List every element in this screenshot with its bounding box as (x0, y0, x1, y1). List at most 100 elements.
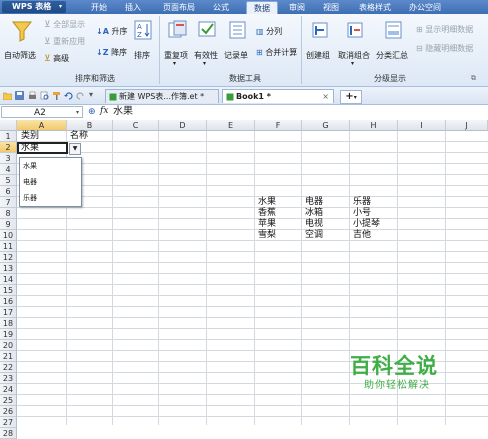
row-header[interactable]: 1 (0, 131, 17, 142)
zoom-icon[interactable]: ⊕ (88, 107, 96, 117)
tab-table-style[interactable]: 表格样式 (354, 1, 396, 14)
show-all-button[interactable]: ⊻ 全部显示 (44, 19, 85, 30)
cell-H7[interactable]: 小号 (353, 208, 371, 219)
reapply-button[interactable]: ⊻ 重新应用 (44, 36, 85, 47)
row-header[interactable]: 21 (0, 351, 17, 362)
name-box[interactable]: A2 ▾ (1, 106, 83, 118)
cell-G7[interactable]: 冰箱 (305, 208, 323, 219)
cell-F7[interactable]: 香蕉 (258, 208, 276, 219)
row-header[interactable]: 24 (0, 384, 17, 395)
tab-view[interactable]: 视图 (318, 1, 344, 14)
print-icon[interactable] (28, 91, 37, 100)
row-header[interactable]: 5 (0, 175, 17, 186)
redo-icon[interactable] (76, 91, 85, 100)
document-tab-new-workbook[interactable]: 新建 WPS表...作簿.et * (105, 89, 219, 103)
cell-G8[interactable]: 电视 (305, 219, 323, 230)
dropdown-arrow-button[interactable]: ▼ (69, 143, 81, 155)
function-button[interactable]: fx (100, 106, 108, 116)
tab-home[interactable]: 开始 (86, 1, 112, 14)
column-header[interactable]: A (17, 120, 67, 131)
row-header[interactable]: 22 (0, 362, 17, 373)
chevron-down-icon[interactable]: ▾ (76, 107, 79, 119)
row-header[interactable]: 20 (0, 340, 17, 351)
column-header[interactable]: H (350, 120, 398, 131)
tab-data[interactable]: 数据 (246, 1, 278, 15)
row-header[interactable]: 10 (0, 230, 17, 241)
cell-F9[interactable]: 雪梨 (258, 230, 276, 241)
advanced-filter-button[interactable]: ⊻ 高级 (44, 53, 69, 64)
cell-A1[interactable]: 类别 (21, 131, 39, 142)
show-detail-button[interactable]: ⊞ 显示明细数据 (416, 24, 473, 35)
tab-office-space[interactable]: 办公空间 (404, 1, 446, 14)
new-tab-button[interactable]: +▾ (340, 90, 362, 104)
column-header[interactable]: E (207, 120, 255, 131)
dropdown-option[interactable]: 水果 (20, 158, 81, 174)
row-header[interactable]: 11 (0, 241, 17, 252)
open-folder-icon[interactable] (3, 91, 12, 100)
cell-H8[interactable]: 小提琴 (353, 219, 380, 230)
tab-formulas[interactable]: 公式 (208, 1, 234, 14)
row-header[interactable]: 12 (0, 252, 17, 263)
dialog-launcher-icon[interactable]: ⧉ (471, 74, 476, 83)
cell-B1[interactable]: 名称 (70, 131, 88, 142)
cell-F6[interactable]: 水果 (258, 197, 276, 208)
row-header[interactable]: 14 (0, 274, 17, 285)
row-header[interactable]: 15 (0, 285, 17, 296)
ungroup-button[interactable]: 取消组合 ▾ (338, 18, 374, 67)
row-header[interactable]: 17 (0, 307, 17, 318)
row-header[interactable]: 2 (0, 142, 17, 153)
column-header[interactable]: J (446, 120, 488, 131)
column-header[interactable]: D (159, 120, 207, 131)
tab-page-layout[interactable]: 页面布局 (158, 1, 200, 14)
column-header[interactable]: B (67, 120, 113, 131)
row-header[interactable]: 9 (0, 219, 17, 230)
row-header[interactable]: 26 (0, 406, 17, 417)
row-header[interactable]: 6 (0, 186, 17, 197)
document-tab-book1[interactable]: Book1 * × (222, 89, 334, 103)
row-header[interactable]: 28 (0, 428, 17, 439)
cell-G9[interactable]: 空调 (305, 230, 323, 241)
autofilter-button[interactable]: 自动筛选 (4, 18, 40, 64)
customize-chevron-icon[interactable]: ▾ (89, 90, 93, 99)
column-header[interactable]: G (302, 120, 350, 131)
subtotal-button[interactable]: 分类汇总 (376, 18, 412, 64)
undo-icon[interactable] (64, 91, 73, 100)
consolidate-button[interactable]: ⊞ 合并计算 (256, 47, 297, 58)
hide-detail-button[interactable]: ⊟ 隐藏明细数据 (416, 43, 473, 54)
close-tab-icon[interactable]: × (322, 90, 329, 104)
cell-F8[interactable]: 苹果 (258, 219, 276, 230)
formula-input[interactable]: 水果 (113, 106, 485, 118)
cell-H9[interactable]: 吉他 (353, 230, 371, 241)
sort-descending-button[interactable]: ↓Z 降序 (96, 47, 127, 58)
wps-app-menu-button[interactable]: WPS 表格 ▾ (2, 1, 66, 13)
validity-button[interactable]: 有效性 ▾ (194, 18, 222, 67)
sort-button[interactable]: AZ 排序 (132, 18, 154, 64)
tab-insert[interactable]: 插入 (120, 1, 146, 14)
duplicates-button[interactable]: 重复项 ▾ (164, 18, 192, 67)
create-group-button[interactable]: 创建组 (306, 18, 336, 64)
row-header[interactable]: 18 (0, 318, 17, 329)
select-all-corner[interactable] (0, 120, 17, 131)
row-header[interactable]: 13 (0, 263, 17, 274)
sort-ascending-button[interactable]: ↓A 升序 (96, 26, 127, 37)
row-header[interactable]: 16 (0, 296, 17, 307)
tab-review[interactable]: 审阅 (284, 1, 310, 14)
row-header[interactable]: 27 (0, 417, 17, 428)
column-header[interactable]: I (398, 120, 446, 131)
cell-A2[interactable]: 水果 (21, 143, 39, 154)
column-header[interactable]: F (255, 120, 302, 131)
format-painter-icon[interactable] (52, 91, 61, 100)
cell-G6[interactable]: 电器 (305, 197, 323, 208)
row-header[interactable]: 19 (0, 329, 17, 340)
dropdown-option[interactable]: 电器 (20, 174, 81, 190)
row-header[interactable]: 25 (0, 395, 17, 406)
column-header[interactable]: C (113, 120, 159, 131)
row-header[interactable]: 8 (0, 208, 17, 219)
save-icon[interactable] (15, 91, 24, 100)
row-header[interactable]: 7 (0, 197, 17, 208)
print-preview-icon[interactable] (40, 91, 49, 100)
dropdown-option[interactable]: 乐器 (20, 190, 81, 206)
row-header[interactable]: 3 (0, 153, 17, 164)
row-header[interactable]: 23 (0, 373, 17, 384)
cell-H6[interactable]: 乐器 (353, 197, 371, 208)
